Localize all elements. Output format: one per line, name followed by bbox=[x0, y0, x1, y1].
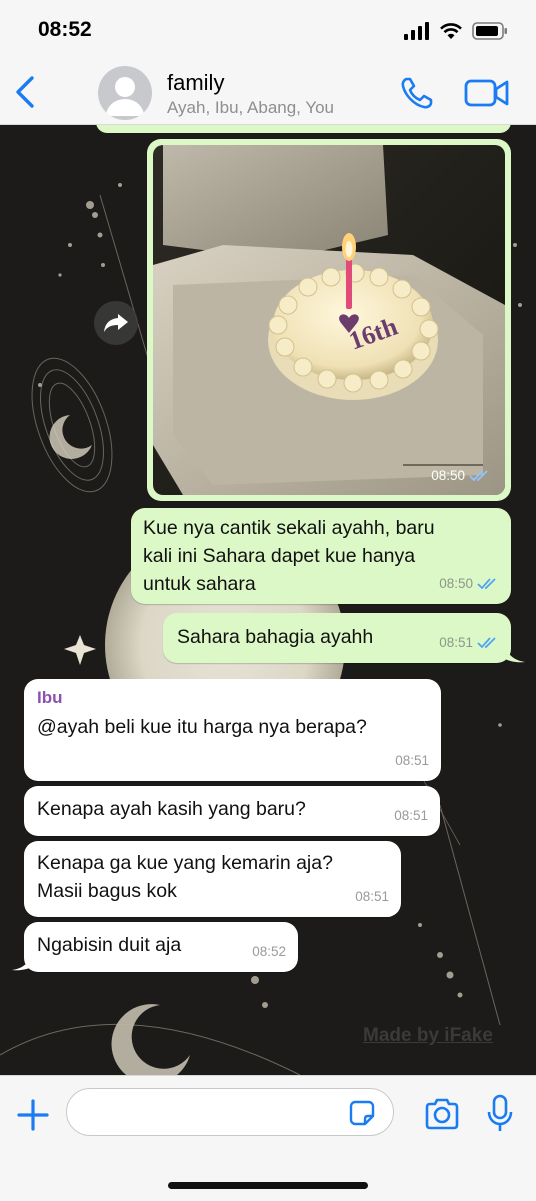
message-outgoing[interactable]: Kue nya cantik sekali ayahh, baru kali i… bbox=[131, 508, 511, 604]
status-bar: 08:52 bbox=[0, 0, 536, 60]
read-ticks-icon bbox=[469, 469, 488, 481]
person-icon bbox=[106, 77, 144, 116]
bubble-tail-outgoing bbox=[505, 647, 525, 663]
read-ticks-icon bbox=[477, 578, 496, 590]
camera-button[interactable] bbox=[424, 1098, 460, 1130]
message-incoming[interactable]: Kenapa ga kue yang kemarin aja? Masii ba… bbox=[24, 841, 401, 917]
chat-participants[interactable]: Ayah, Ibu, Abang, You bbox=[167, 98, 334, 118]
forward-button[interactable] bbox=[94, 301, 138, 345]
video-call-button[interactable] bbox=[464, 76, 510, 110]
message-outgoing[interactable]: Sahara bahagia ayahh 08:51 bbox=[163, 613, 511, 663]
photo-timestamp: 08:50 bbox=[431, 468, 491, 483]
message-text: @ayah beli kue itu harga nya berapa? bbox=[37, 716, 367, 738]
message-text: Kue nya cantik sekali ayahh, baru kali i… bbox=[143, 517, 435, 595]
chat-area[interactable]: 16th 08:50 Kue nya cantik sekali ayahh, … bbox=[0, 125, 536, 1075]
message-meta: 08:51 bbox=[395, 753, 429, 768]
plus-icon bbox=[17, 1099, 49, 1131]
cake-photo[interactable]: 16th 08:50 bbox=[153, 145, 505, 495]
avatar[interactable] bbox=[98, 66, 152, 120]
read-ticks-icon bbox=[477, 637, 496, 649]
message-incoming[interactable]: Kenapa ayah kasih yang baru? 08:51 bbox=[24, 786, 440, 836]
home-indicator[interactable] bbox=[168, 1182, 368, 1189]
message-meta: 08:51 bbox=[439, 629, 499, 657]
message-text: Sahara bahagia ayahh bbox=[177, 626, 374, 648]
message-incoming[interactable]: Ngabisin duit aja 08:52 bbox=[24, 922, 298, 972]
previous-message-edge bbox=[96, 125, 511, 133]
message-text: Ngabisin duit aja bbox=[37, 934, 182, 956]
sticker-button[interactable] bbox=[349, 1100, 375, 1126]
message-meta: 08:51 bbox=[394, 808, 428, 823]
message-text: Kenapa ayah kasih yang baru? bbox=[37, 798, 306, 820]
forward-arrow-icon bbox=[104, 314, 128, 332]
message-meta: 08:51 bbox=[355, 889, 389, 904]
camera-icon bbox=[425, 1098, 459, 1130]
sender-name: Ibu bbox=[37, 688, 63, 707]
sticker-icon bbox=[349, 1100, 375, 1126]
message-incoming[interactable]: Ibu @ayah beli kue itu harga nya berapa?… bbox=[24, 679, 441, 781]
back-button[interactable] bbox=[10, 72, 44, 112]
photo-message[interactable]: 16th 08:50 bbox=[147, 139, 511, 501]
composer-bar bbox=[0, 1075, 536, 1201]
bubble-tail-incoming bbox=[12, 955, 32, 971]
chevron-left-icon bbox=[16, 76, 34, 108]
cake-image: 16th bbox=[153, 145, 505, 495]
chat-title[interactable]: family bbox=[167, 70, 224, 96]
battery-icon bbox=[472, 22, 507, 40]
message-input[interactable] bbox=[66, 1088, 394, 1136]
status-icons bbox=[404, 20, 508, 42]
status-time: 08:52 bbox=[38, 18, 92, 41]
microphone-icon bbox=[487, 1094, 513, 1131]
phone-icon bbox=[401, 77, 433, 109]
attach-button[interactable] bbox=[16, 1098, 50, 1132]
message-text: Kenapa ga kue yang kemarin aja? Masii ba… bbox=[37, 852, 333, 902]
video-camera-icon bbox=[464, 79, 509, 107]
chat-header: family Ayah, Ibu, Abang, You bbox=[0, 60, 536, 125]
call-button[interactable] bbox=[398, 74, 436, 112]
wifi-icon bbox=[440, 23, 462, 39]
signal-icon bbox=[404, 22, 429, 40]
watermark: Made by iFake bbox=[363, 1025, 493, 1046]
microphone-button[interactable] bbox=[485, 1094, 515, 1134]
message-meta: 08:50 bbox=[439, 570, 499, 598]
message-meta: 08:52 bbox=[252, 944, 286, 959]
